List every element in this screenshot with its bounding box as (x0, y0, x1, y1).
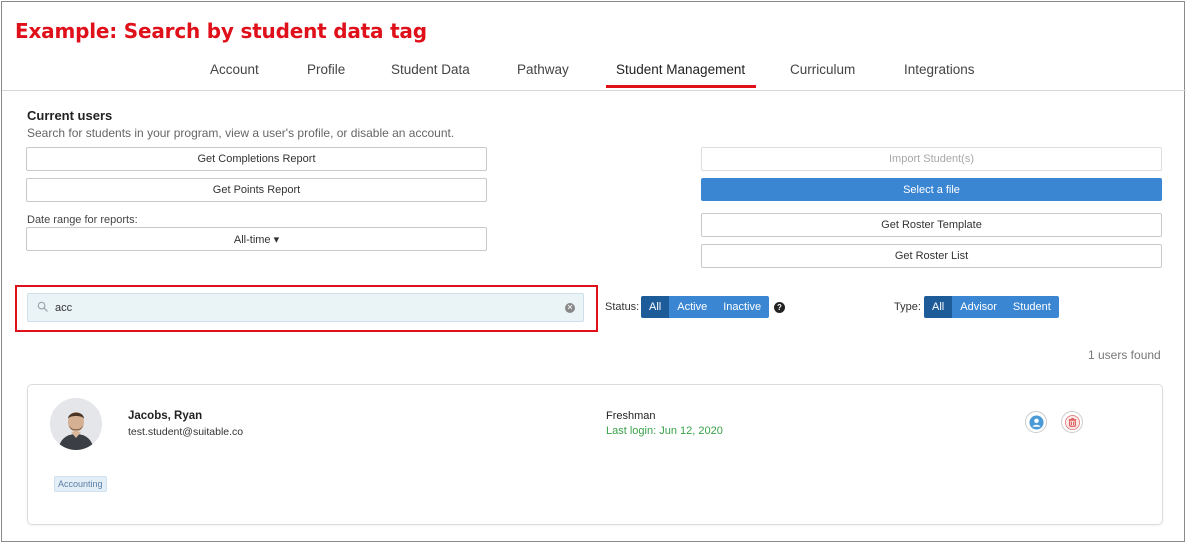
tab-account[interactable]: Account (210, 62, 259, 77)
search-input[interactable] (55, 298, 555, 318)
clear-icon[interactable]: ✕ (565, 303, 575, 313)
user-card: Jacobs, Ryan test.student@suitable.co Fr… (27, 384, 1163, 525)
section-title: Current users (27, 108, 113, 123)
screenshot-frame: Example: Search by student data tag Acco… (1, 1, 1186, 542)
tab-student-data[interactable]: Student Data (391, 62, 470, 77)
last-login: Last login: Jun 12, 2020 (606, 425, 723, 437)
status-inactive-option[interactable]: Inactive (715, 296, 770, 318)
select-file-button[interactable]: Select a file (701, 178, 1162, 201)
avatar-portrait-icon (50, 398, 102, 450)
get-roster-list-button[interactable]: Get Roster List (701, 244, 1162, 268)
status-filter: All Active Inactive (641, 296, 770, 318)
example-banner: Example: Search by student data tag (15, 19, 427, 43)
status-all-option[interactable]: All (641, 296, 670, 318)
get-completions-report-button[interactable]: Get Completions Report (26, 147, 487, 171)
type-filter: All Advisor Student (924, 296, 1059, 318)
import-students-button[interactable]: Import Student(s) (701, 147, 1162, 171)
tab-student-management[interactable]: Student Management (616, 62, 745, 77)
status-filter-label: Status: (605, 301, 640, 313)
type-all-option[interactable]: All (924, 296, 953, 318)
tab-integrations[interactable]: Integrations (904, 62, 975, 77)
search-icon (37, 301, 48, 312)
type-student-option[interactable]: Student (1004, 296, 1059, 318)
delete-user-button[interactable] (1061, 411, 1083, 433)
avatar (50, 398, 102, 450)
profile-icon (1028, 414, 1044, 430)
user-email: test.student@suitable.co (128, 426, 244, 438)
user-name[interactable]: Jacobs, Ryan (128, 410, 202, 422)
trash-icon (1064, 414, 1080, 430)
status-active-option[interactable]: Active (669, 296, 716, 318)
type-filter-label: Type: (894, 301, 921, 313)
tab-pathway[interactable]: Pathway (517, 62, 569, 77)
results-count: 1 users found (1088, 348, 1161, 362)
view-profile-button[interactable] (1025, 411, 1047, 433)
tab-curriculum[interactable]: Curriculum (790, 62, 855, 77)
date-range-label: Date range for reports: (27, 214, 138, 226)
settings-tabs: Account Profile Student Data Pathway Stu… (2, 58, 1186, 91)
search-field[interactable]: ✕ (27, 293, 584, 322)
get-roster-template-button[interactable]: Get Roster Template (701, 213, 1162, 237)
user-grade: Freshman (606, 410, 656, 422)
get-points-report-button[interactable]: Get Points Report (26, 178, 487, 202)
date-range-dropdown[interactable]: All-time ▾ (26, 227, 487, 251)
tab-profile[interactable]: Profile (307, 62, 345, 77)
type-advisor-option[interactable]: Advisor (952, 296, 1005, 318)
active-tab-indicator (606, 85, 756, 88)
student-data-tag[interactable]: Accounting (54, 476, 107, 492)
help-icon[interactable]: ? (774, 302, 785, 313)
section-description: Search for students in your program, vie… (27, 126, 455, 140)
